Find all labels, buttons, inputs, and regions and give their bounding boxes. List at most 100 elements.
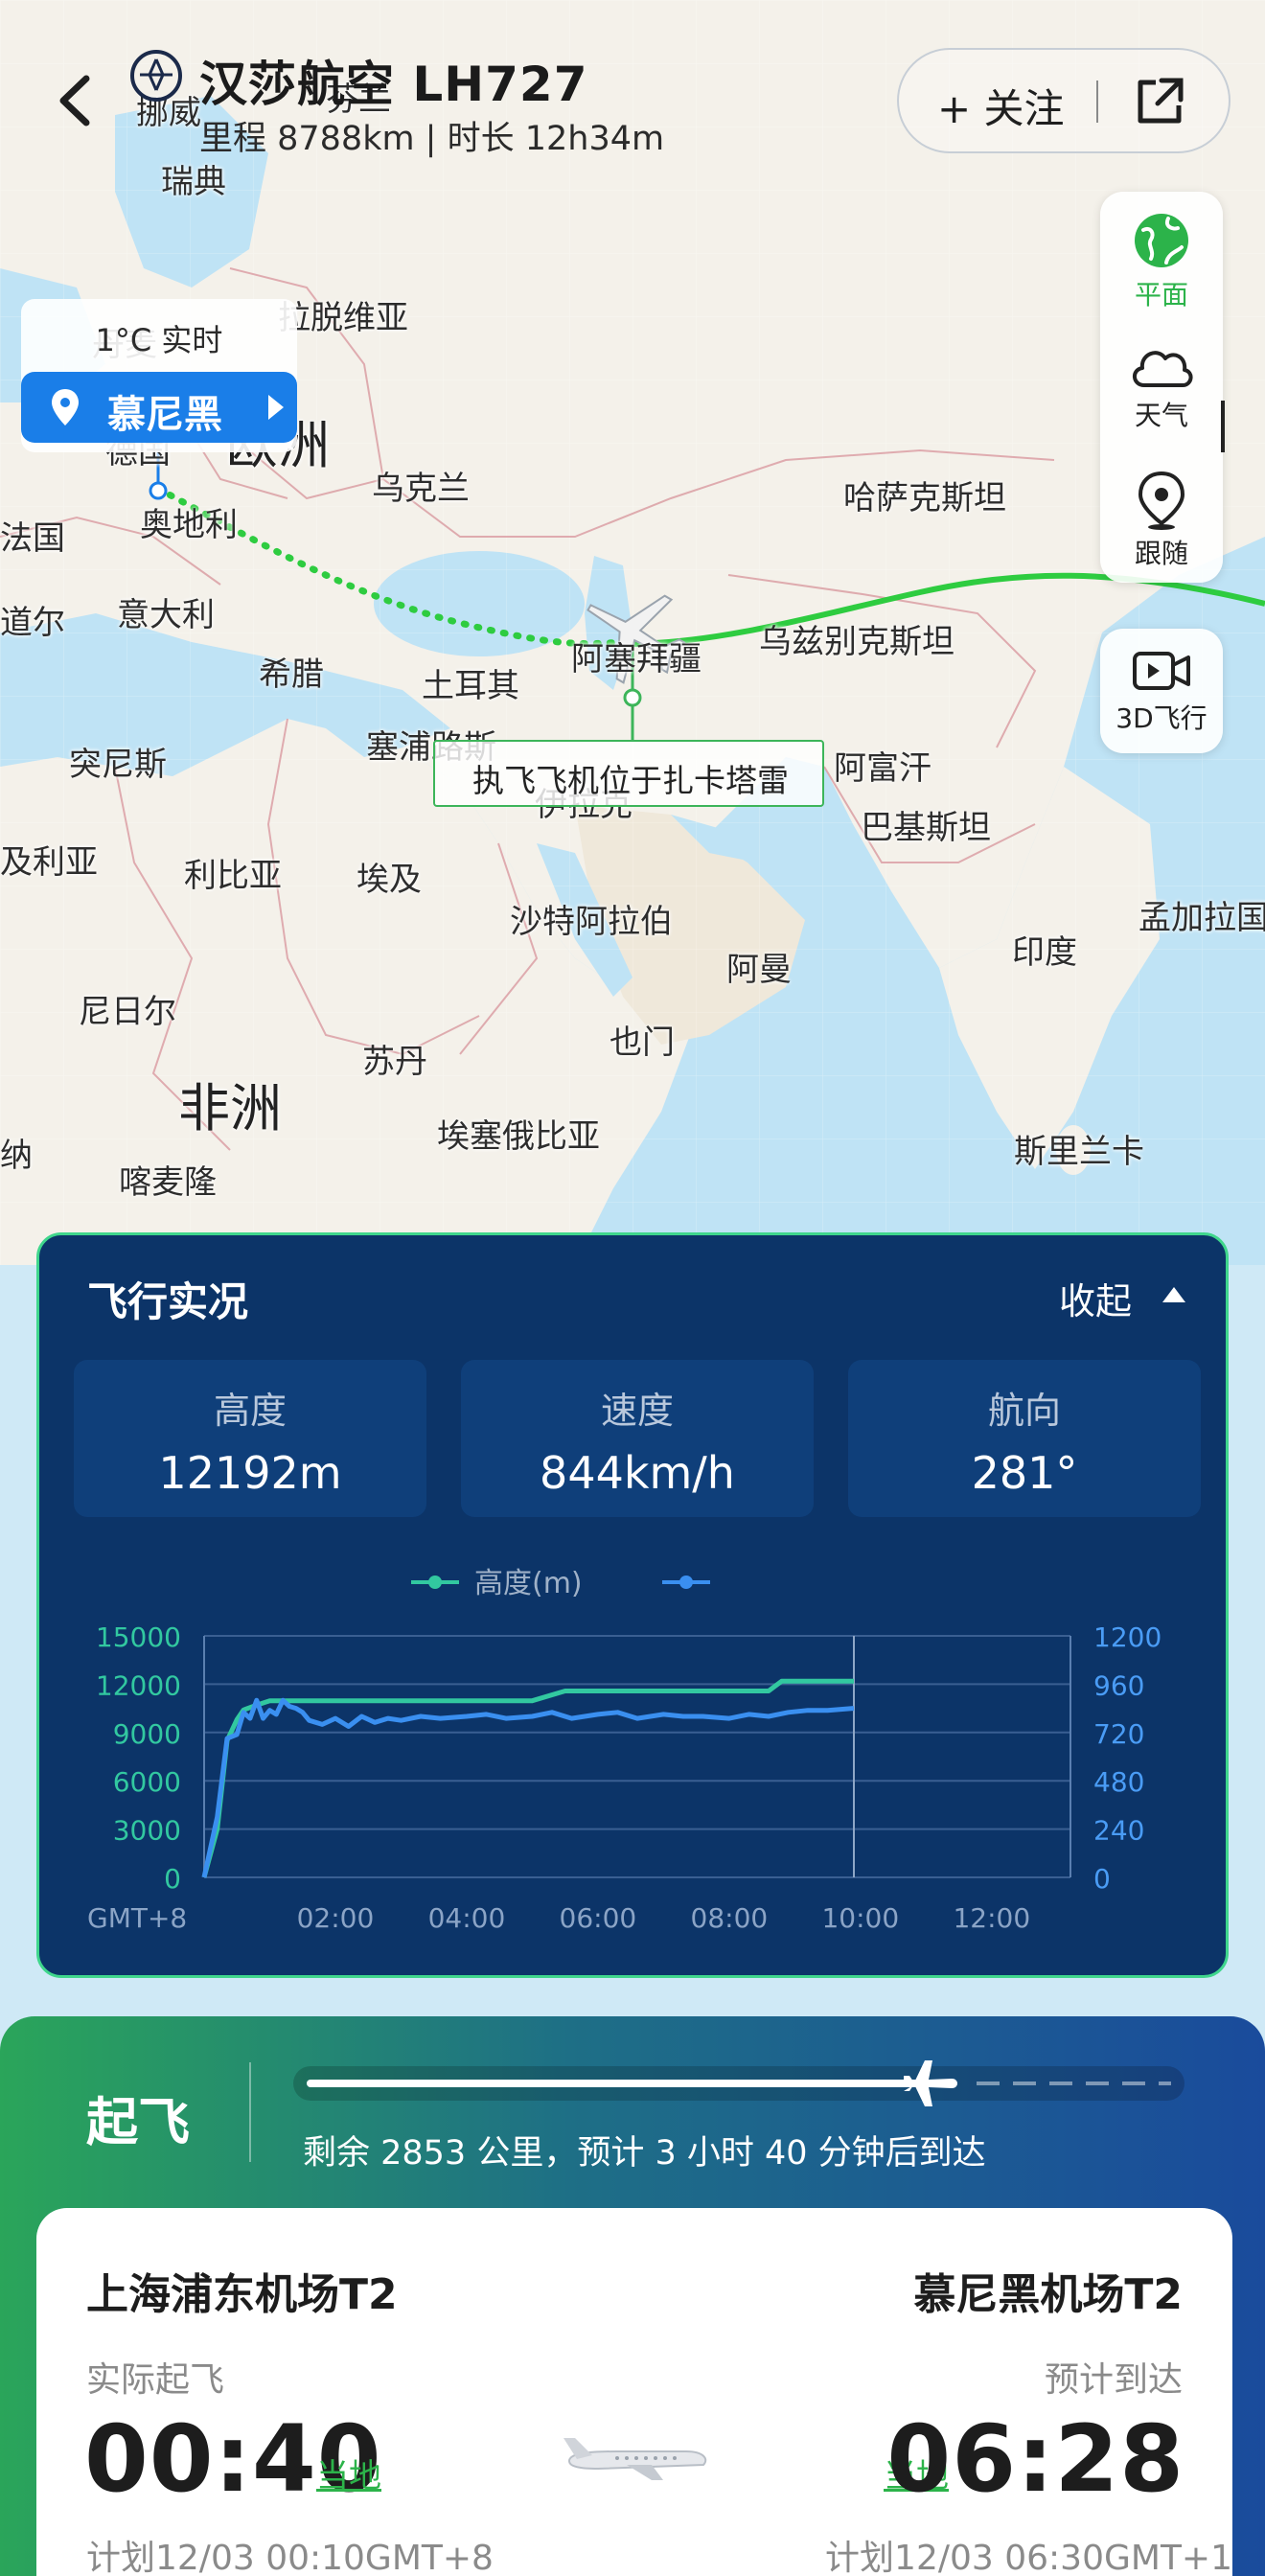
map-place-label: 乌克兰	[372, 470, 470, 508]
location-label: 慕尼黑	[107, 393, 222, 437]
stat-value: 281°	[971, 1447, 1078, 1499]
map-place-label: 孟加拉国	[1138, 899, 1265, 937]
chart-right-tick: 720	[1093, 1718, 1144, 1750]
arrival-time-kind: 预计到达	[1044, 2360, 1183, 2400]
aircraft-position-text: 执飞飞机位于扎卡塔雷	[472, 762, 789, 799]
collapse-button[interactable]: 收起	[1059, 1272, 1132, 1324]
toolbar-follow[interactable]: 跟随	[1100, 456, 1223, 581]
header: 汉莎航空 LH727 里程 8788km | 时长 12h34m + 关注	[0, 0, 1265, 172]
chart-x-tick: 02:00	[297, 1902, 375, 1934]
arrival-scheduled: 计划12/03 06:30GMT+1	[825, 2539, 1232, 2576]
airport-times-card[interactable]: 上海浦东机场T2 慕尼黑机场T2 实际起飞 预计到达 00:40 当地 当地 0…	[36, 2208, 1232, 2576]
cloud-icon	[1133, 351, 1193, 387]
chart-left-tick: 6000	[113, 1766, 181, 1798]
chart-right-tick: 240	[1093, 1815, 1144, 1847]
divider	[1096, 80, 1098, 123]
legend-altitude-dot	[428, 1576, 442, 1589]
follow-button[interactable]: + 关注	[937, 77, 1065, 135]
toolbar-weather[interactable]: 天气	[1100, 326, 1223, 450]
stat-label: 速度	[600, 1390, 674, 1432]
map-place-label: 突尼斯	[69, 746, 167, 784]
chevron-right-icon	[268, 395, 284, 420]
altitude-speed-chart[interactable]: 0 3000 6000 9000 12000 15000 0 240 480 720 960 1200…	[39, 1540, 1226, 1975]
progress-remaining	[977, 2082, 1171, 2085]
plane-icon	[900, 2060, 958, 2106]
stat-value: 844km/h	[540, 1447, 735, 1499]
map-place-label: 法国	[0, 519, 65, 558]
toolbar-3d-flight[interactable]: 3D飞行	[1100, 629, 1223, 753]
flight-live-panel: 飞行实况 收起 高度 12192m 速度 844km/h 航向 281° 0 30…	[36, 1232, 1229, 1978]
chart-right-tick: 960	[1093, 1669, 1144, 1701]
flight-phase: 起飞	[86, 2092, 190, 2152]
map-place-label: 非洲	[178, 1078, 282, 1138]
legend-altitude-label: 高度(m)	[474, 1567, 583, 1600]
toolbar-item-label: 平面	[1134, 279, 1188, 310]
map-place-label: 阿曼	[726, 951, 792, 989]
panel-title: 飞行实况	[87, 1278, 249, 1325]
chart-right-tick: 1200	[1093, 1622, 1162, 1653]
toolbar-3d-label: 3D飞行	[1116, 702, 1208, 734]
departure-local-tag[interactable]: 当地	[316, 2450, 381, 2496]
chart-svg: 0 3000 6000 9000 12000 15000 0 240 480 720 960 1200…	[87, 1567, 1162, 1934]
aircraft-side-icon	[564, 2438, 707, 2480]
stat-label: 高度	[213, 1390, 287, 1432]
location-pin-icon	[1138, 471, 1185, 530]
map-place-label: 奥地利	[140, 506, 238, 544]
toolbar-flat-mode[interactable]: 平面	[1100, 196, 1223, 320]
location-button[interactable]: 慕尼黑	[21, 372, 297, 443]
share-icon[interactable]	[1129, 71, 1190, 132]
map-place-label: 埃及	[356, 861, 422, 899]
stat-altitude: 高度 12192m	[74, 1360, 426, 1517]
map-place-label: 纳	[0, 1137, 33, 1175]
map-place-label: 阿塞拜疆	[571, 640, 702, 678]
departure-airport[interactable]: 上海浦东机场T2	[86, 2260, 398, 2321]
follow-share-pill: + 关注	[897, 48, 1230, 153]
stat-speed: 速度 844km/h	[461, 1360, 814, 1517]
map-place-label: 阿富汗	[834, 749, 932, 788]
map-place-label: 巴基斯坦	[861, 809, 991, 847]
chart-left-tick: 0	[164, 1863, 181, 1895]
chart-right-tick: 0	[1093, 1863, 1111, 1895]
toolbar-item-label: 天气	[1134, 400, 1188, 431]
map-toolbar: 平面 天气 跟随	[1100, 192, 1223, 583]
chart-x-tick: 06:00	[560, 1902, 637, 1934]
map-place-label: 道尔	[0, 604, 65, 642]
stat-heading: 航向 281°	[848, 1360, 1201, 1517]
map-place-label: 土耳其	[422, 667, 519, 705]
toolbar-item-label: 跟随	[1134, 538, 1188, 569]
chart-x-tick: 12:00	[953, 1902, 1030, 1934]
progress-fill	[307, 2080, 930, 2087]
chart-x-tick: 10:00	[821, 1902, 899, 1934]
stat-value: 12192m	[158, 1447, 342, 1499]
location-pin-icon	[52, 389, 79, 426]
map-place-label: 埃塞俄比亚	[437, 1117, 600, 1156]
chart-left-tick: 12000	[96, 1669, 181, 1701]
map-place-label: 意大利	[117, 596, 215, 634]
back-arrow-icon[interactable]	[48, 67, 105, 134]
map-place-label: 沙特阿拉伯	[510, 903, 673, 941]
globe-icon	[1135, 214, 1188, 267]
chart-right-tick: 480	[1093, 1766, 1144, 1798]
weather-realtime: 1°C 实时	[95, 322, 223, 358]
video-play-icon	[1133, 652, 1190, 690]
map-place-label: 哈萨克斯坦	[843, 479, 1006, 518]
stat-label: 航向	[987, 1390, 1061, 1432]
map-place-label: 苏丹	[362, 1043, 427, 1081]
flight-progress-bar	[293, 2060, 1184, 2106]
chart-x-tick: 08:00	[691, 1902, 769, 1934]
chart-left-tick: 15000	[96, 1622, 181, 1653]
flight-map[interactable]: 挪威芬兰瑞典丹麦拉脱维亚欧洲德国乌克兰哈萨克斯坦奥地利法国意大利道尔乌兹别克斯坦…	[0, 0, 1265, 1265]
caret-up-icon[interactable]	[1162, 1287, 1185, 1302]
divider	[249, 2062, 251, 2162]
flight-title: 汉莎航空 LH727	[199, 57, 588, 112]
map-place-label: 喀麦隆	[119, 1163, 217, 1202]
chart-x-tick: 04:00	[428, 1902, 506, 1934]
map-place-label: 乌兹别克斯坦	[759, 623, 954, 661]
map-place-label: 斯里兰卡	[1014, 1133, 1144, 1171]
map-place-label: 利比亚	[184, 857, 282, 895]
map-place-label: 尼日尔	[79, 993, 176, 1031]
aircraft-position-tag: 执飞飞机位于扎卡塔雷	[433, 740, 824, 807]
remaining-info: 剩余 2853 公里，预计 3 小时 40 分钟后到达	[303, 2134, 986, 2173]
scroll-indicator	[1221, 401, 1225, 452]
arrival-airport[interactable]: 慕尼黑机场T2	[913, 2260, 1183, 2321]
